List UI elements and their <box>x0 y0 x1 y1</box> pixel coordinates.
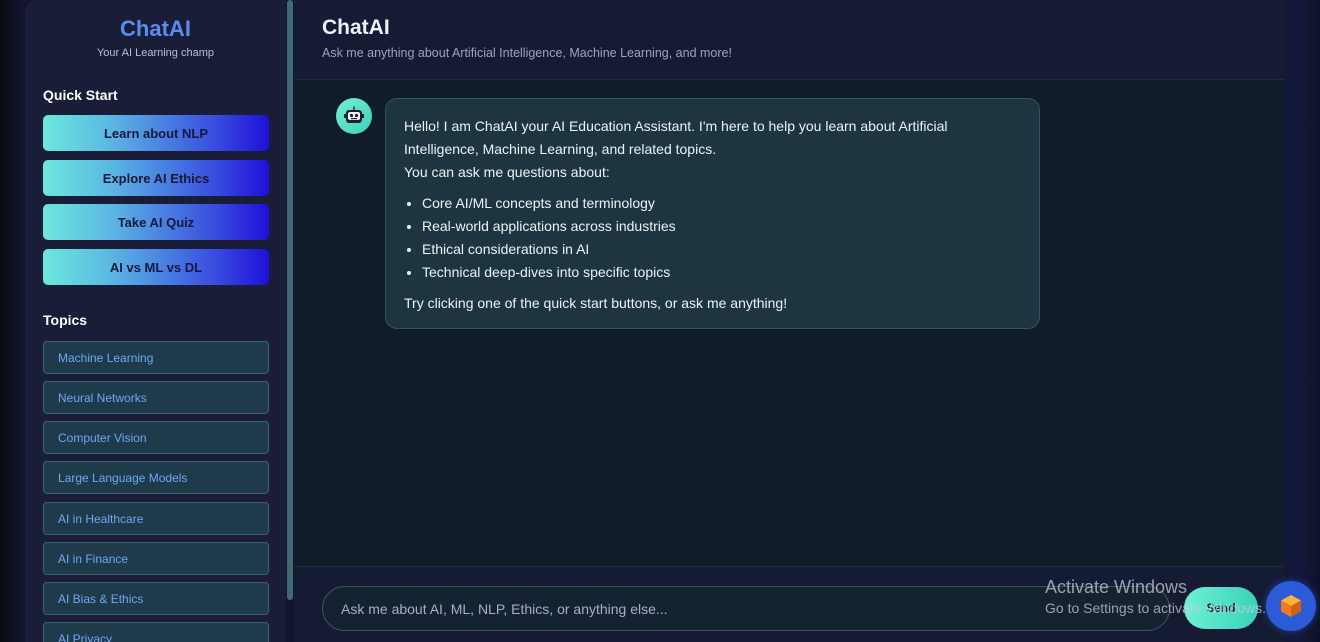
quick-start-heading: Quick Start <box>43 87 118 103</box>
topic-ai-finance[interactable]: AI in Finance <box>43 542 269 575</box>
page-subtitle: Ask me anything about Artificial Intelli… <box>322 46 732 60</box>
list-item: Technical deep-dives into specific topic… <box>422 261 1021 284</box>
list-item: Ethical considerations in AI <box>422 238 1021 261</box>
bot-message: Hello! I am ChatAI your AI Education Ass… <box>385 98 1040 329</box>
chat-messages: Hello! I am ChatAI your AI Education Ass… <box>294 80 1285 566</box>
message-list: Core AI/ML concepts and terminology Real… <box>404 192 1021 284</box>
page-title: ChatAI <box>322 16 390 39</box>
app-window: ChatAI Your AI Learning champ Quick Star… <box>0 0 1320 642</box>
topic-ai-bias-ethics[interactable]: AI Bias & Ethics <box>43 582 269 615</box>
quick-start-button-ai-ml-dl[interactable]: AI vs ML vs DL <box>43 249 269 285</box>
topic-computer-vision[interactable]: Computer Vision <box>43 421 269 454</box>
sidebar-scrollbar[interactable] <box>287 0 293 600</box>
chat-header: ChatAI Ask me anything about Artificial … <box>294 0 1285 80</box>
list-item: Core AI/ML concepts and terminology <box>422 192 1021 215</box>
quick-start-button-ethics[interactable]: Explore AI Ethics <box>43 160 269 196</box>
topic-ai-privacy[interactable]: AI Privacy <box>43 622 269 642</box>
message-intro: Hello! I am ChatAI your AI Education Ass… <box>404 118 948 157</box>
topic-neural-networks[interactable]: Neural Networks <box>43 381 269 414</box>
message-lead: You can ask me questions about: <box>404 164 610 180</box>
list-item: Real-world applications across industrie… <box>422 215 1021 238</box>
cube-icon[interactable] <box>1266 581 1316 631</box>
send-button[interactable]: Send <box>1184 587 1258 629</box>
input-bar <box>294 566 1285 642</box>
topic-large-language-models[interactable]: Large Language Models <box>43 461 269 494</box>
message-closing: Try clicking one of the quick start butt… <box>404 295 788 311</box>
topics-heading: Topics <box>43 312 88 328</box>
quick-start-button-nlp[interactable]: Learn about NLP <box>43 115 269 151</box>
main-panel: ChatAI Ask me anything about Artificial … <box>294 0 1285 642</box>
brand-title: ChatAI <box>120 16 191 41</box>
brand-subtitle: Your AI Learning champ <box>96 47 214 59</box>
robot-icon <box>336 98 372 134</box>
sidebar: ChatAI Your AI Learning champ Quick Star… <box>25 0 286 642</box>
topic-ai-healthcare[interactable]: AI in Healthcare <box>43 502 269 535</box>
chat-input[interactable] <box>322 586 1170 631</box>
quick-start-button-quiz[interactable]: Take AI Quiz <box>43 204 269 240</box>
topic-machine-learning[interactable]: Machine Learning <box>43 341 269 374</box>
